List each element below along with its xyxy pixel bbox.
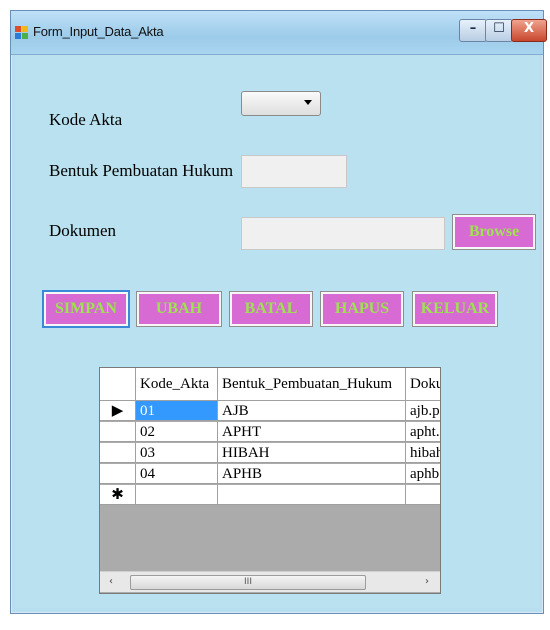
hapus-button[interactable]: HAPUS [320,291,404,327]
close-button[interactable]: X [511,19,547,42]
dokumen-label: Dokumen [49,221,117,240]
new-cell-kode-akta[interactable] [136,485,218,505]
kode-akta-label: Kode Akta [49,110,123,129]
column-header-kode-akta[interactable]: Kode_Akta [136,368,218,401]
table-row[interactable]: 04 APHB aphb.p [100,464,440,485]
table-row[interactable]: 03 HIBAH hibah.: [100,443,440,464]
scroll-grip-icon: III [244,577,252,587]
new-cell-bentuk-pembuatan-hukum[interactable] [218,485,406,505]
maximize-icon: ☐ [493,21,505,36]
column-header-bentuk-pembuatan-hukum[interactable]: Bentuk_Pembuatan_Hukum [218,368,406,401]
cell-bentuk-pembuatan-hukum[interactable]: APHT [218,422,406,442]
cell-dokumen[interactable]: apht.p [406,422,440,442]
cell-kode-akta[interactable]: 03 [136,443,218,463]
cell-kode-akta[interactable]: 01 [136,401,218,421]
title-bar[interactable]: Form_Input_Data_Akta – ☐ X [11,11,547,55]
window-title: Form_Input_Data_Akta [33,24,164,39]
cell-kode-akta[interactable]: 02 [136,422,218,442]
row-header[interactable] [100,464,136,484]
minimize-icon: – [469,21,477,36]
cell-kode-akta[interactable]: 04 [136,464,218,484]
cell-dokumen[interactable]: ajb.pd [406,401,440,421]
simpan-button[interactable]: SIMPAN [42,290,130,328]
cell-bentuk-pembuatan-hukum[interactable]: AJB [218,401,406,421]
horizontal-scrollbar[interactable]: ‹ III › [100,571,440,592]
akta-data-grid[interactable]: Kode_Akta Bentuk_Pembuatan_Hukum Doku ▶ … [99,367,441,594]
dokumen-input[interactable] [241,217,445,250]
browse-button[interactable]: Browse [452,214,536,250]
scrollbar-thumb[interactable]: III [130,575,366,590]
batal-button[interactable]: BATAL [229,291,313,327]
row-header[interactable] [100,443,136,463]
row-header[interactable] [100,422,136,442]
bentuk-pembuatan-hukum-label: Bentuk Pembuatan Hukum [49,161,234,180]
table-row[interactable]: ▶ 01 AJB ajb.pd [100,401,440,422]
close-icon: X [523,21,535,36]
minimize-button[interactable]: – [459,19,487,42]
scroll-left-icon[interactable]: ‹ [104,575,118,589]
grid-header-row: Kode_Akta Bentuk_Pembuatan_Hukum Doku [100,368,440,401]
grid-body: Kode_Akta Bentuk_Pembuatan_Hukum Doku ▶ … [100,368,440,562]
grid-corner-cell[interactable] [100,368,136,401]
cell-dokumen[interactable]: aphb.p [406,464,440,484]
form-window: Form_Input_Data_Akta – ☐ X Kode Akta Ben… [10,10,547,614]
current-row-indicator-icon[interactable]: ▶ [100,401,136,421]
keluar-button[interactable]: KELUAR [412,291,498,327]
chevron-down-icon [304,100,312,105]
table-row[interactable]: 02 APHT apht.p [100,422,440,443]
new-row[interactable]: ✱ [100,485,440,506]
cell-bentuk-pembuatan-hukum[interactable]: APHB [218,464,406,484]
bentuk-pembuatan-hukum-input[interactable] [241,155,347,188]
kode-akta-combobox[interactable] [241,91,321,116]
cell-bentuk-pembuatan-hukum[interactable]: HIBAH [218,443,406,463]
column-header-dokumen[interactable]: Doku [406,368,440,401]
cell-dokumen[interactable]: hibah.: [406,443,440,463]
new-row-asterisk-icon[interactable]: ✱ [100,485,136,505]
new-cell-dokumen[interactable] [406,485,440,505]
app-icon [15,26,29,40]
ubah-button[interactable]: UBAH [136,291,222,327]
maximize-button[interactable]: ☐ [485,19,513,42]
scroll-right-icon[interactable]: › [420,575,434,589]
